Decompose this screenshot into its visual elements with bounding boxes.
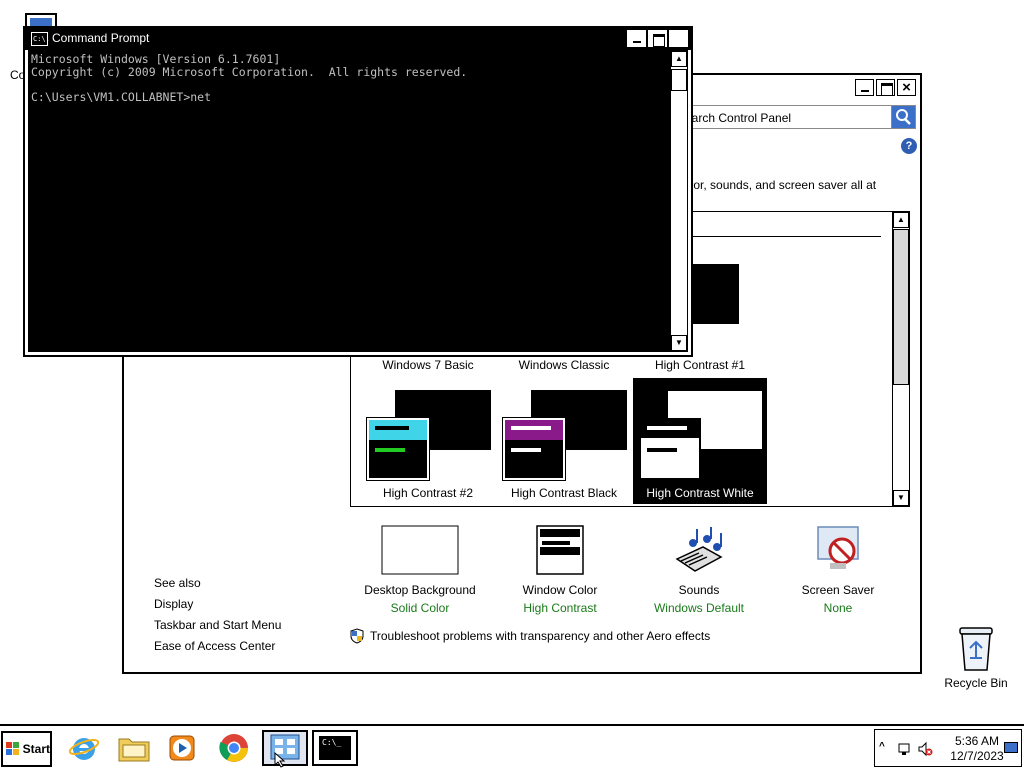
- theme-label: High Contrast #2: [382, 486, 474, 500]
- theme-label: Windows Classic: [518, 358, 610, 372]
- command-prompt-titlebar[interactable]: C:\. Command Prompt ×: [25, 28, 691, 50]
- scroll-up-arrow-icon[interactable]: ▲: [893, 212, 909, 228]
- see-also-section: See also Display Taskbar and Start Menu …: [154, 573, 281, 657]
- theme-preview-front: [639, 418, 701, 480]
- theme-list-scrollbar[interactable]: ▲ ▼: [892, 212, 909, 506]
- desktop-background-icon: [381, 525, 459, 575]
- console-line: Microsoft Windows [Version 6.1.7601]: [31, 52, 281, 66]
- window-title: Command Prompt: [52, 31, 150, 45]
- command-prompt-window: C:\. Command Prompt × Microsoft Windows …: [23, 26, 693, 357]
- scroll-down-arrow-icon[interactable]: ▼: [893, 490, 909, 506]
- setting-name: Window Color: [522, 583, 598, 597]
- minimize-button[interactable]: [627, 30, 646, 47]
- setting-value[interactable]: Solid Color: [350, 601, 490, 615]
- search-icon: [896, 109, 911, 125]
- media-player-icon: [169, 735, 195, 761]
- system-tray: ^ 5:36 AM 12/7/2023: [874, 729, 1022, 767]
- taskbar-chrome[interactable]: [214, 730, 254, 766]
- theme-label: High Contrast Black: [510, 486, 618, 500]
- setting-name: Desktop Background: [364, 583, 476, 597]
- console-scrollbar[interactable]: ▲ ▼: [670, 50, 688, 352]
- see-also-link-taskbar[interactable]: Taskbar and Start Menu: [154, 615, 281, 636]
- theme-label: High Contrast #1: [654, 358, 746, 372]
- search-input[interactable]: earch Control Panel: [685, 111, 791, 125]
- show-hidden-icons-icon[interactable]: ^: [879, 741, 885, 752]
- troubleshoot-link-label[interactable]: Troubleshoot problems with transparency …: [370, 629, 710, 643]
- sounds-icon: [675, 527, 723, 572]
- scrollbar-thumb[interactable]: [671, 69, 687, 91]
- uac-shield-icon: [350, 628, 364, 644]
- theme-label: Windows 7 Basic: [382, 358, 474, 372]
- taskbar-command-prompt[interactable]: C:\_: [312, 730, 358, 766]
- start-button[interactable]: Start: [1, 731, 52, 767]
- setting-value[interactable]: None: [768, 601, 908, 615]
- recycle-bin-icon: [959, 627, 993, 671]
- recycle-bin-label: Recycle Bin: [944, 676, 1008, 690]
- see-also-link-display[interactable]: Display: [154, 594, 281, 615]
- scroll-up-arrow-icon[interactable]: ▲: [671, 51, 687, 67]
- desktop-icon-recycle-bin[interactable]: Recycle Bin: [934, 624, 1018, 696]
- network-icon[interactable]: [897, 741, 913, 757]
- theme-label-selected: High Contrast White: [646, 486, 754, 500]
- help-icon[interactable]: ?: [901, 138, 917, 154]
- setting-name: Screen Saver: [801, 583, 875, 597]
- cmd-icon: C:\_: [319, 736, 351, 760]
- taskbar: Start C:\_ ^ 5:36 AM 12/7/2023: [0, 724, 1024, 768]
- setting-value[interactable]: High Contrast: [490, 601, 630, 615]
- chrome-icon: [219, 734, 248, 762]
- search-control-panel-box[interactable]: earch Control Panel: [684, 105, 916, 129]
- see-also-heading: See also: [154, 576, 201, 590]
- minimize-button[interactable]: [855, 79, 874, 96]
- console-output[interactable]: Microsoft Windows [Version 6.1.7601] Copy…: [28, 50, 671, 352]
- scroll-down-arrow-icon[interactable]: ▼: [671, 335, 687, 351]
- taskbar-media-player[interactable]: [162, 730, 202, 766]
- see-also-link-ease-of-access[interactable]: Ease of Access Center: [154, 636, 281, 657]
- page-description: olor, sounds, and screen saver all at: [684, 178, 877, 192]
- taskbar-internet-explorer[interactable]: [64, 730, 104, 766]
- troubleshoot-link[interactable]: Troubleshoot problems with transparency …: [350, 628, 710, 644]
- theme-preview-front: [502, 417, 566, 481]
- maximize-button[interactable]: [648, 30, 667, 47]
- speaker-muted-icon[interactable]: [917, 741, 933, 757]
- setting-name: Sounds: [678, 583, 720, 597]
- console-prompt-line: C:\Users\VM1.COLLABNET>net: [31, 89, 212, 104]
- search-button[interactable]: [891, 106, 915, 128]
- folder-icon: [118, 738, 150, 762]
- maximize-button[interactable]: [876, 79, 895, 96]
- taskbar-file-explorer[interactable]: [114, 730, 154, 766]
- console-line: Copyright (c) 2009 Microsoft Corporation…: [31, 64, 468, 79]
- setting-value[interactable]: Windows Default: [629, 601, 769, 615]
- close-button[interactable]: ×: [897, 79, 916, 96]
- windows-logo-icon: [6, 742, 20, 756]
- ie-icon: [68, 738, 100, 760]
- mouse-cursor-icon: [274, 752, 286, 768]
- start-label: Start: [22, 742, 50, 756]
- window-color-icon: [536, 525, 584, 575]
- show-desktop-button[interactable]: [1004, 742, 1018, 753]
- theme-preview-front: [366, 417, 430, 481]
- cmd-icon[interactable]: C:\.: [31, 32, 50, 46]
- screen-saver-icon: [817, 526, 859, 569]
- scrollbar-thumb[interactable]: [893, 229, 909, 385]
- close-button[interactable]: ×: [669, 30, 688, 47]
